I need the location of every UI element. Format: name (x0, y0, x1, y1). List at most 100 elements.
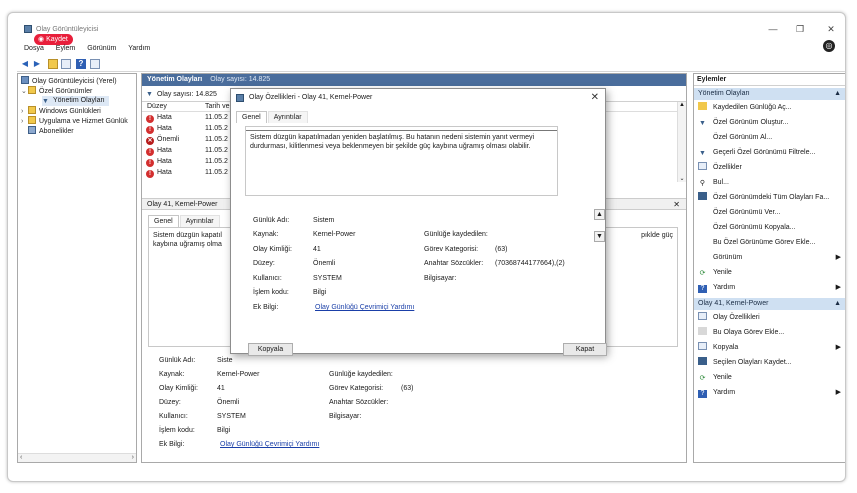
action-label: Yardım (713, 284, 736, 291)
action-refresh-event[interactable]: ⟳ Yenile (698, 372, 843, 384)
help-icon[interactable]: ? (76, 59, 86, 69)
event-list-scrollbar[interactable]: ▲ ⌄ (677, 102, 686, 182)
save-badge[interactable]: ◉ Kaydet (34, 34, 73, 45)
event-properties-icon (236, 94, 244, 102)
scroll-up-icon[interactable]: ▲ (678, 102, 686, 108)
copy-button[interactable]: Kopyala (248, 343, 293, 356)
forward-icon[interactable]: ▶ (32, 59, 42, 69)
actions-section-admin-events[interactable]: Yönetim Olayları ▲ (694, 88, 845, 100)
collapse-up-icon[interactable]: ▲ (834, 88, 841, 100)
row-level: Önemli (157, 136, 180, 143)
action-create-custom-view[interactable]: ▼ Özel Görünüm Oluştur... (698, 117, 843, 129)
action-import-custom-view[interactable]: Özel Görünüm Al... (698, 132, 843, 144)
column-date[interactable]: Tarih ve (205, 103, 230, 110)
row-level: Hata (157, 114, 172, 121)
action-find[interactable]: ⚲ Bul... (698, 177, 843, 189)
dialog-tab-details[interactable]: Ayrıntılar (267, 111, 308, 123)
close-button[interactable]: Kapat (563, 343, 607, 356)
close-icon[interactable]: ✕ (823, 24, 839, 35)
tab-general[interactable]: Genel (148, 215, 179, 227)
dialog-opcode-value: Bilgi (313, 289, 327, 296)
maximize-icon[interactable]: ❐ (792, 24, 808, 35)
action-label: Yenile (713, 374, 732, 381)
action-copy[interactable]: Kopyala ▶ (698, 342, 843, 354)
center-header-count: Olay sayısı: 14.825 (210, 76, 271, 83)
scroll-right-icon[interactable]: › (132, 454, 134, 461)
column-level[interactable]: Düzey (147, 103, 167, 110)
table-row[interactable]: ! Hata 11.05.2 (146, 157, 228, 167)
tree-custom-views-label: Özel Görünümler (39, 88, 93, 95)
tree-root-label: Olay Görüntüleyicisi (Yerel) (32, 78, 117, 85)
tree-horizontal-scrollbar[interactable]: ‹ › (18, 453, 136, 462)
action-attach-task-event[interactable]: Bu Olaya Görev Ekle... (698, 327, 843, 339)
row-date: 11.05.2 (205, 158, 228, 165)
camera-overlay-icon[interactable]: ◎ (823, 40, 835, 52)
action-event-properties[interactable]: Olay Özellikleri (698, 312, 843, 324)
tree-admin-events-label: Yönetim Olayları (53, 97, 105, 104)
action-properties[interactable]: Özellikler (698, 162, 843, 174)
keywords-label: Anahtar Sözcükler: (329, 399, 389, 406)
dialog-title-bar: Olay Özellikleri - Olay 41, Kernel-Power… (231, 89, 605, 107)
event-id-label: Olay Kimliği: (159, 385, 198, 392)
minimize-icon[interactable]: — (765, 24, 781, 34)
menu-yardim[interactable]: Yardım (128, 45, 150, 52)
folder-up-icon[interactable] (48, 59, 58, 69)
action-label: Özel Görünüm Al... (713, 134, 773, 141)
action-view[interactable]: Görünüm ▶ (698, 252, 843, 264)
tree-subscriptions[interactable]: Abonelikler (28, 126, 74, 137)
action-filter-current-view[interactable]: ▼ Geçerli Özel Görünümü Filtrele... (698, 147, 843, 159)
action-attach-task[interactable]: Bu Özel Görünüme Görev Ekle... (698, 237, 843, 249)
action-help[interactable]: ? Yardım ▶ (698, 282, 843, 294)
dialog-log-name-label: Günlük Adı: (253, 217, 290, 224)
menu-gorunum[interactable]: Görünüm (87, 45, 116, 52)
next-event-button[interactable]: ▼ (594, 231, 605, 242)
arrow-up-icon: ▲ (596, 211, 603, 218)
table-row[interactable]: ✕ Önemli 11.05.2 (146, 135, 228, 145)
table-row[interactable]: ! Hata 11.05.2 (146, 113, 228, 123)
action-export-custom-view[interactable]: Özel Görünümü Ver... (698, 207, 843, 219)
detail-close-icon[interactable]: ✕ (673, 199, 680, 211)
actions-section-event[interactable]: Olay 41, Kernel-Power ▲ (694, 298, 845, 310)
action-label: Yenile (713, 269, 732, 276)
action-label: Özel Görünümü Kopyala... (713, 224, 796, 231)
action-copy-custom-view[interactable]: Özel Görünümü Kopyala... (698, 222, 843, 234)
dialog-close-icon[interactable]: ✕ (591, 89, 599, 107)
dialog-more-info-link[interactable]: Olay Günlüğü Çevrimiçi Yardımı (315, 304, 414, 311)
previous-event-button[interactable]: ▲ (594, 209, 605, 220)
back-icon[interactable]: ◀ (20, 59, 30, 69)
collapse-up-icon[interactable]: ▲ (834, 298, 841, 310)
menu-dosya[interactable]: Dosya (24, 45, 44, 52)
collapsed-chevron-icon[interactable]: › (21, 117, 28, 127)
tree-admin-events[interactable]: ▼ Yönetim Olayları (42, 96, 109, 106)
help-icon: ? (698, 285, 707, 293)
expanded-chevron-icon[interactable]: ⌄ (21, 87, 28, 97)
menu-eylem[interactable]: Eylem (56, 45, 75, 52)
action-label: Geçerli Özel Görünümü Filtrele... (713, 149, 816, 156)
action-save-all-events[interactable]: Özel Görünümdeki Tüm Olayları Fa... (698, 192, 843, 204)
action-label: Seçilen Olayları Kaydet... (713, 359, 792, 366)
action-help-event[interactable]: ? Yardım ▶ (698, 387, 843, 399)
event-count: Olay sayısı: 14.825 (156, 91, 217, 98)
tab-details[interactable]: Ayrıntılar (179, 215, 220, 227)
table-row[interactable]: ! Hata 11.05.2 (146, 168, 228, 178)
scroll-left-icon[interactable]: ‹ (20, 454, 22, 461)
show-pane-icon[interactable] (90, 59, 100, 69)
actions-section-event-label: Olay 41, Kernel-Power (698, 300, 769, 307)
action-label: Bu Olaya Görev Ekle... (713, 329, 785, 336)
table-row[interactable]: ! Hata 11.05.2 (146, 146, 228, 156)
action-refresh[interactable]: ⟳ Yenile (698, 267, 843, 279)
refresh-icon: ⟳ (699, 375, 706, 382)
action-label: Kaydedilen Günlüğü Aç... (713, 104, 792, 111)
properties-icon[interactable] (61, 59, 71, 69)
more-info-link[interactable]: Olay Günlüğü Çevrimiçi Yardımı (220, 441, 319, 448)
action-open-saved-log[interactable]: Kaydedilen Günlüğü Aç... (698, 102, 843, 114)
dialog-tab-general[interactable]: Genel (236, 111, 267, 123)
table-row[interactable]: ! Hata 11.05.2 (146, 124, 228, 134)
action-label: Görünüm (713, 254, 743, 261)
open-log-icon (698, 102, 707, 110)
scroll-down-icon[interactable]: ⌄ (678, 175, 686, 182)
tree-windows-logs-label: Windows Günlükleri (39, 108, 101, 115)
filter-icon: ▼ (699, 150, 706, 157)
dialog-opcode-label: İşlem kodu: (253, 289, 289, 296)
action-save-selected[interactable]: Seçilen Olayları Kaydet... (698, 357, 843, 369)
